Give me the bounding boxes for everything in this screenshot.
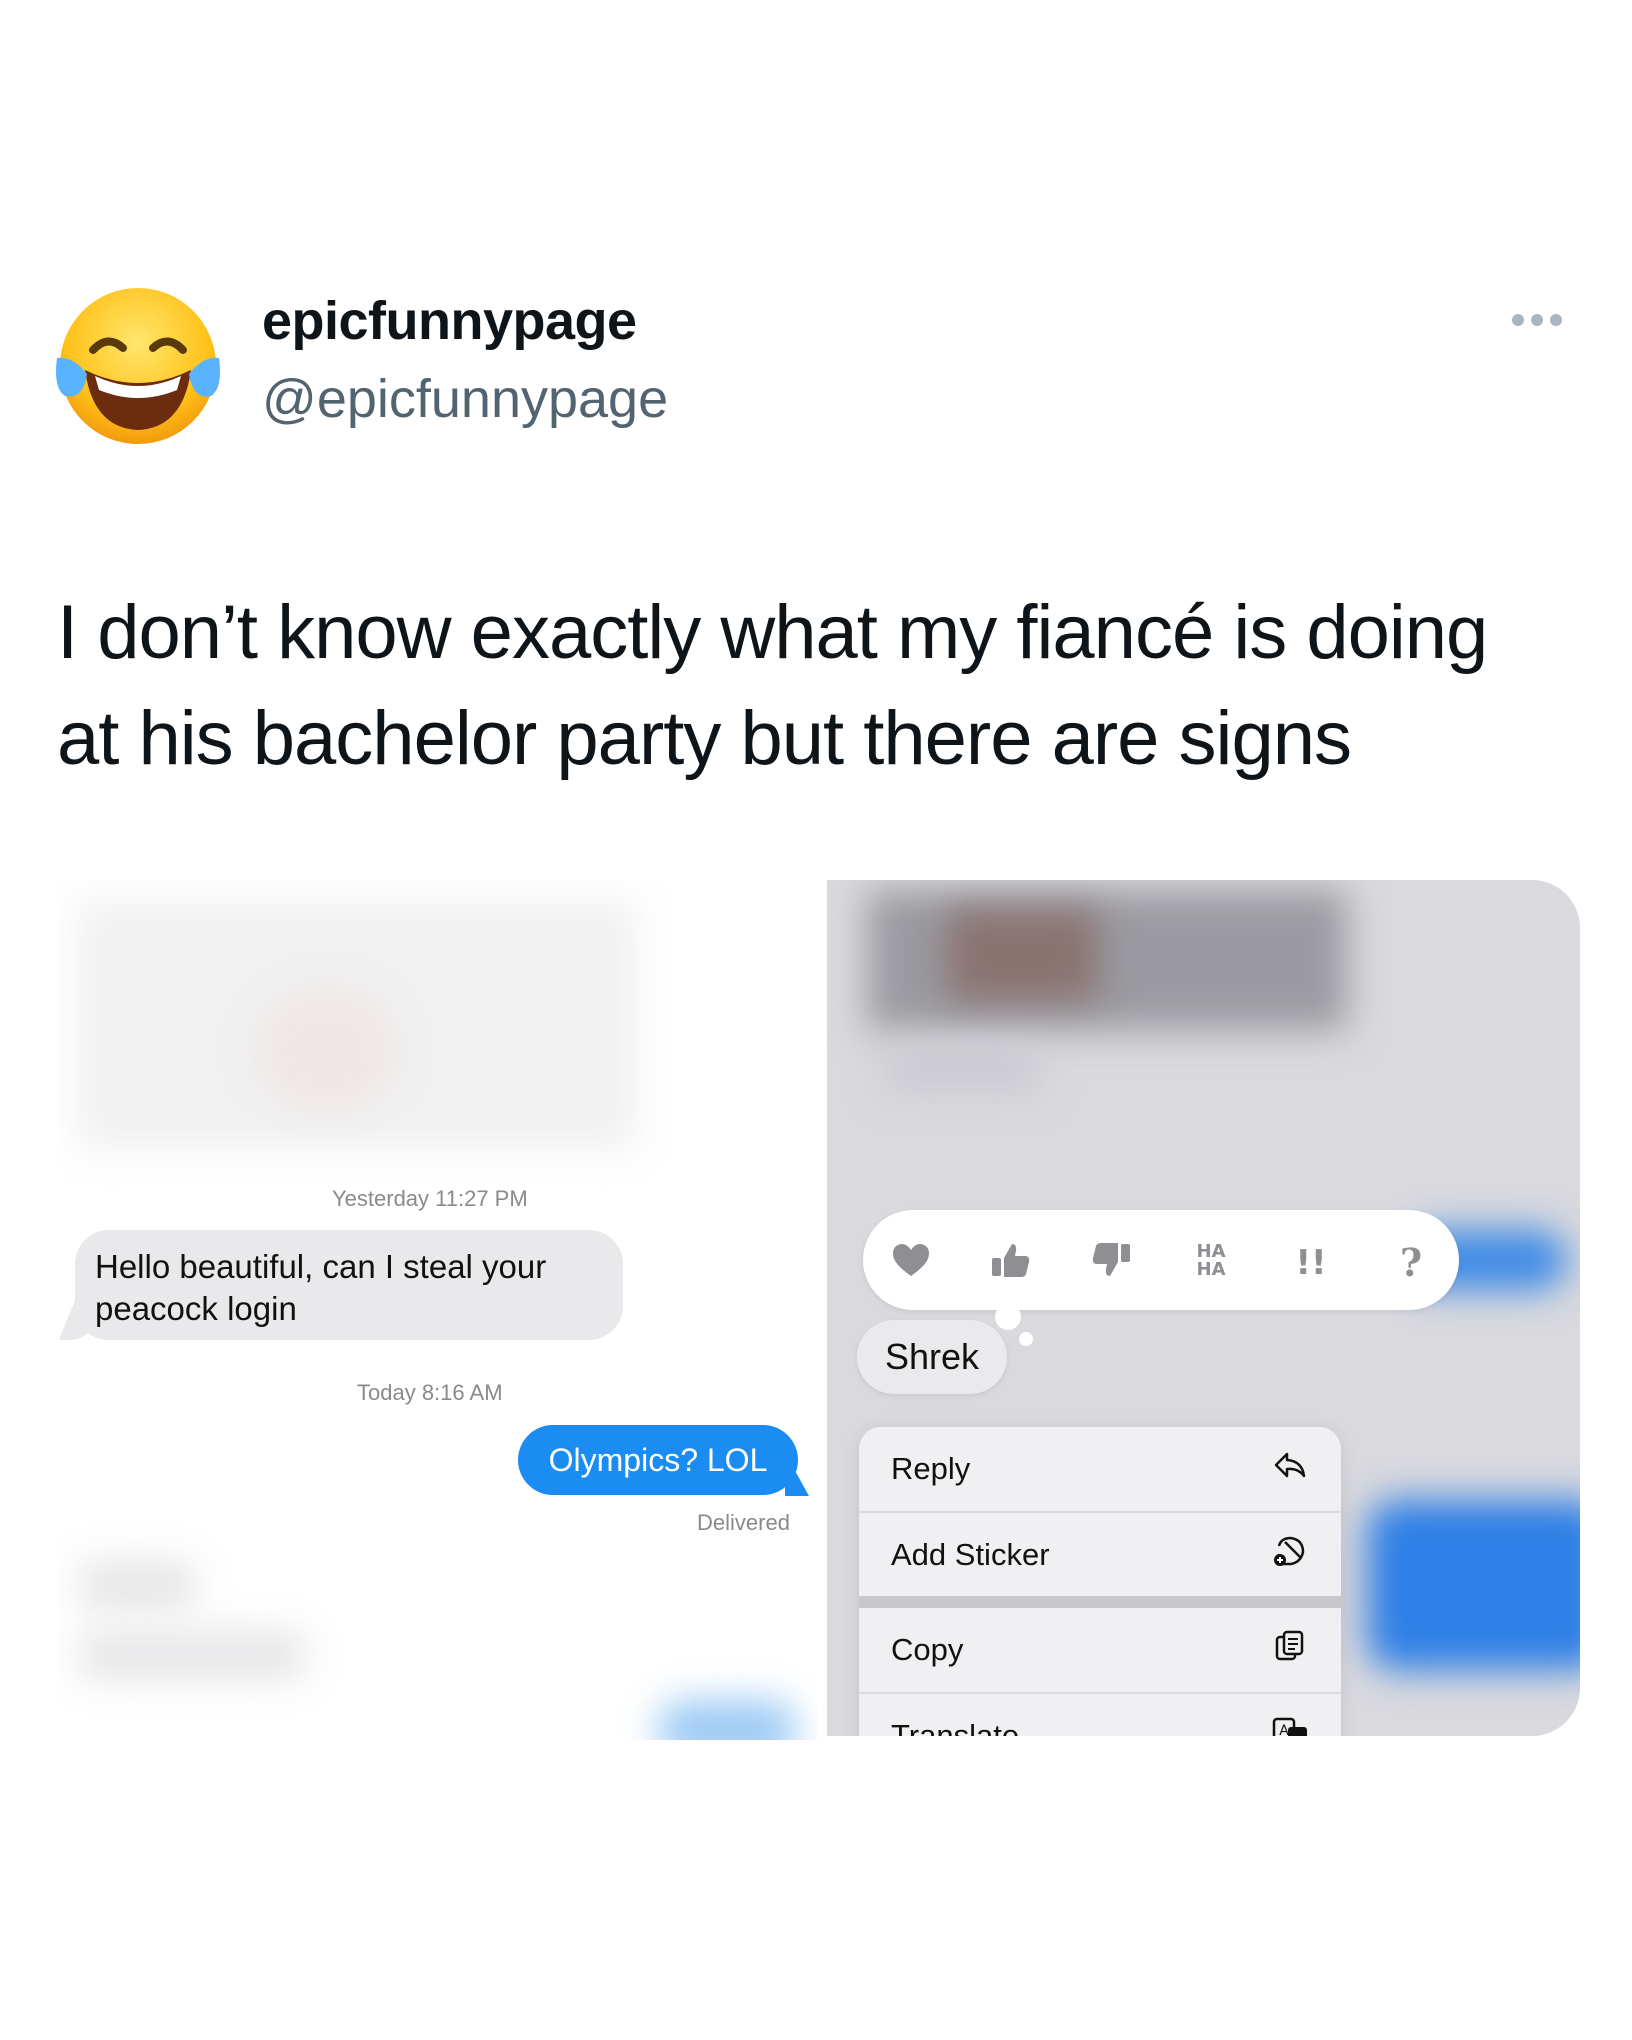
display-name[interactable]: epicfunnypage bbox=[262, 290, 637, 352]
post-text-line: at his bachelor party but there are sign… bbox=[57, 696, 1352, 781]
menu-item-label: Reply bbox=[891, 1451, 971, 1486]
thumbs-down-icon[interactable] bbox=[1087, 1236, 1135, 1284]
exclamation-icon[interactable]: !! bbox=[1287, 1236, 1335, 1284]
svg-text:HA: HA bbox=[1197, 1259, 1226, 1280]
haha-icon[interactable]: HA HA bbox=[1187, 1236, 1235, 1284]
timestamp: Yesterday 11:27 PM bbox=[332, 1186, 528, 1211]
tapback-bubble-dot bbox=[995, 1304, 1021, 1330]
menu-item-translate[interactable]: Translate A bbox=[859, 1694, 1341, 1736]
reply-arrow-icon bbox=[1271, 1446, 1309, 1492]
blurred-bubble bbox=[1367, 1500, 1580, 1670]
avatar[interactable] bbox=[53, 278, 223, 448]
message-text: Hello beautiful, can I steal your bbox=[95, 1248, 547, 1285]
context-menu: Reply Add Sticker Copy Translate A bbox=[859, 1427, 1341, 1736]
incoming-message-bubble[interactable]: Hello beautiful, can I steal your peacoc… bbox=[75, 1230, 623, 1340]
blurred-image bbox=[867, 890, 1347, 1030]
menu-item-copy[interactable]: Copy bbox=[859, 1608, 1341, 1692]
selected-message-bubble[interactable]: Shrek bbox=[857, 1320, 1007, 1394]
chat-screenshot-left: Yesterday 11:27 PM Hello beautiful, can … bbox=[57, 880, 817, 1740]
blurred-content bbox=[947, 910, 1097, 1000]
thumbs-up-icon[interactable] bbox=[987, 1236, 1035, 1284]
blurred-content bbox=[887, 1050, 1037, 1090]
menu-item-label: Add Sticker bbox=[891, 1536, 1050, 1572]
blurred-content bbox=[257, 990, 397, 1110]
post-text-line: I don’t know exactly what my fiancé is d… bbox=[57, 590, 1488, 675]
timestamp: Today 8:16 AM bbox=[357, 1380, 503, 1405]
copy-icon bbox=[1271, 1627, 1309, 1673]
tapback-bar: HA HA !! ? bbox=[863, 1210, 1459, 1310]
menu-item-label: Translate bbox=[891, 1718, 1020, 1736]
svg-text:?: ? bbox=[1400, 1240, 1422, 1284]
svg-text:A: A bbox=[1279, 1723, 1289, 1736]
message-text: peacock login bbox=[95, 1290, 297, 1327]
menu-item-label: Copy bbox=[891, 1632, 964, 1667]
menu-item-reply[interactable]: Reply bbox=[859, 1427, 1341, 1511]
add-sticker-icon bbox=[1271, 1532, 1309, 1578]
blurred-bubble bbox=[657, 1700, 797, 1740]
tapback-bubble-dot bbox=[1019, 1332, 1033, 1346]
blurred-content bbox=[77, 1630, 307, 1680]
more-options-icon[interactable] bbox=[1512, 314, 1562, 326]
post-text: I don’t know exactly what my fiancé is d… bbox=[57, 580, 1587, 792]
menu-item-add-sticker[interactable]: Add Sticker bbox=[859, 1513, 1341, 1596]
delivery-status: Delivered bbox=[697, 1510, 790, 1535]
question-icon[interactable]: ? bbox=[1387, 1236, 1435, 1285]
svg-text:!!: !! bbox=[1295, 1243, 1326, 1283]
heart-icon[interactable] bbox=[887, 1236, 935, 1284]
translate-icon: A bbox=[1271, 1713, 1309, 1736]
user-handle[interactable]: @epicfunnypage bbox=[262, 368, 668, 430]
blurred-content bbox=[77, 1560, 197, 1610]
face-with-tears-of-joy-emoji-icon bbox=[56, 288, 220, 444]
menu-section-separator bbox=[859, 1596, 1341, 1608]
chat-screenshot-right: HAHA !! ? Shrek Reply Add Sticker Copy bbox=[827, 880, 1580, 1736]
outgoing-message-bubble[interactable]: Olympics? LOL bbox=[518, 1425, 798, 1495]
